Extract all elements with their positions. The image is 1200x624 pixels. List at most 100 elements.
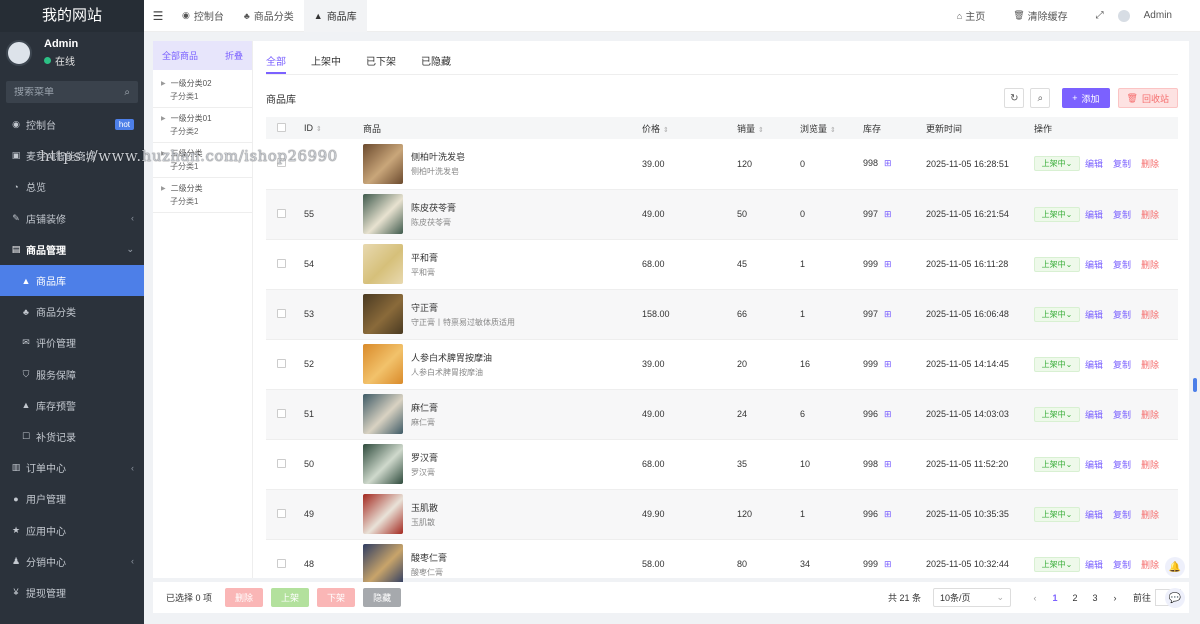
copy-button[interactable]: 复制 <box>1113 508 1131 521</box>
category-child-label[interactable]: 子分类1 <box>161 90 252 104</box>
sidebar-item-4[interactable]: ▤ 商品管理 ⌄ <box>0 234 144 265</box>
product-image[interactable] <box>363 194 403 234</box>
status-tab-0[interactable]: 全部 <box>266 41 286 74</box>
edit-button[interactable]: 编辑 <box>1085 208 1103 221</box>
sidebar-item-7[interactable]: ✉ 评价管理 <box>0 327 144 358</box>
delete-button[interactable]: 删除 <box>1141 208 1159 221</box>
category-child-label[interactable]: 子分类1 <box>161 160 252 174</box>
page-number[interactable]: 1 <box>1045 593 1065 603</box>
copy-button[interactable]: 复制 <box>1113 157 1131 170</box>
status-select[interactable]: 上架中 ⌄ <box>1034 356 1080 372</box>
scrollbar-thumb[interactable] <box>1193 378 1197 392</box>
recycle-bin-button[interactable]: 🗑 回收站 <box>1117 88 1178 108</box>
row-checkbox[interactable] <box>277 458 286 468</box>
search-icon[interactable]: ⌕ <box>1030 88 1051 108</box>
page-number[interactable]: 3 <box>1085 593 1105 603</box>
product-image[interactable] <box>363 444 403 484</box>
sort-icon[interactable]: ⇕ <box>830 127 836 134</box>
fullscreen-icon[interactable]: ⤢ <box>1096 10 1104 21</box>
bell-icon[interactable]: 🔔 <box>1165 557 1185 577</box>
stock-edit-icon[interactable]: ⊞ <box>884 409 892 419</box>
stock-edit-icon[interactable]: ⊞ <box>884 359 892 369</box>
row-checkbox[interactable] <box>277 408 286 418</box>
col-sales[interactable]: 销量 <box>737 124 755 134</box>
row-checkbox[interactable] <box>277 258 286 268</box>
row-checkbox[interactable] <box>277 508 286 518</box>
row-checkbox[interactable] <box>277 558 286 568</box>
fold-toggle[interactable]: 折叠 <box>225 49 243 62</box>
triangle-right-icon[interactable]: ▶ <box>161 150 166 157</box>
edit-button[interactable]: 编辑 <box>1085 308 1103 321</box>
copy-button[interactable]: 复制 <box>1113 258 1131 271</box>
triangle-right-icon[interactable]: ▶ <box>161 80 166 87</box>
edit-button[interactable]: 编辑 <box>1085 157 1103 170</box>
delete-button[interactable]: 删除 <box>1141 508 1159 521</box>
status-select[interactable]: 上架中 ⌄ <box>1034 156 1080 172</box>
prev-page-icon[interactable]: ‹ <box>1025 593 1045 603</box>
sidebar-item-12[interactable]: ● 用户管理 <box>0 483 144 514</box>
copy-button[interactable]: 复制 <box>1113 358 1131 371</box>
row-checkbox[interactable] <box>277 208 286 218</box>
sidebar-item-3[interactable]: ✎ 店铺装修 ‹ <box>0 203 144 234</box>
status-tab-1[interactable]: 上架中 <box>311 41 341 74</box>
batch-hide-button[interactable]: 隐藏 <box>363 588 402 607</box>
triangle-right-icon[interactable]: ▶ <box>161 115 166 122</box>
copy-button[interactable]: 复制 <box>1113 458 1131 471</box>
status-select[interactable]: 上架中 ⌄ <box>1034 506 1080 522</box>
edit-button[interactable]: 编辑 <box>1085 358 1103 371</box>
sidebar-item-8[interactable]: ⛉ 服务保障 <box>0 359 144 390</box>
sidebar-item-13[interactable]: ★ 应用中心 <box>0 514 144 545</box>
sidebar-item-15[interactable]: ¥ 提现管理 <box>0 577 144 608</box>
product-image[interactable] <box>363 494 403 534</box>
status-select[interactable]: 上架中 ⌄ <box>1034 306 1080 322</box>
stock-edit-icon[interactable]: ⊞ <box>884 459 892 469</box>
sidebar-item-0[interactable]: ◉ 控制台 hot <box>0 109 144 140</box>
sidebar-item-11[interactable]: ▥ 订单中心 ‹ <box>0 452 144 483</box>
status-select[interactable]: 上架中 ⌄ <box>1034 206 1080 222</box>
delete-button[interactable]: 删除 <box>1141 157 1159 170</box>
sidebar-item-6[interactable]: ♣ 商品分类 <box>0 296 144 327</box>
status-tab-3[interactable]: 已隐藏 <box>421 41 451 74</box>
delete-button[interactable]: 删除 <box>1141 558 1159 571</box>
sidebar-item-14[interactable]: ♟ 分销中心 ‹ <box>0 546 144 577</box>
batch-delete-button[interactable]: 删除 <box>225 588 264 607</box>
stock-edit-icon[interactable]: ⊞ <box>884 559 892 569</box>
col-id[interactable]: ID <box>304 123 313 133</box>
sort-icon[interactable]: ⇕ <box>663 127 669 134</box>
avatar[interactable] <box>6 40 32 66</box>
delete-button[interactable]: 删除 <box>1141 408 1159 421</box>
add-button[interactable]: + 添加 <box>1062 88 1110 108</box>
delete-button[interactable]: 删除 <box>1141 358 1159 371</box>
status-tab-2[interactable]: 已下架 <box>366 41 396 74</box>
sidebar-item-1[interactable]: ▣ 麦芽AI智能商城 <box>0 140 144 171</box>
chat-icon[interactable]: 💬 <box>1165 588 1185 608</box>
tab-1[interactable]: ♣ 商品分类 <box>234 0 304 32</box>
stock-edit-icon[interactable]: ⊞ <box>884 158 892 168</box>
edit-button[interactable]: 编辑 <box>1085 408 1103 421</box>
category-node[interactable]: ▶ 二级分类 子分类1 <box>153 178 252 213</box>
category-node[interactable]: ▶ 三级分类 子分类1 <box>153 143 252 178</box>
category-node[interactable]: ▶ 一级分类01 子分类2 <box>153 108 252 143</box>
sidebar-item-5[interactable]: ▲ 商品库 <box>0 264 144 297</box>
product-image[interactable] <box>363 143 403 184</box>
next-page-icon[interactable]: › <box>1105 593 1125 603</box>
row-checkbox[interactable] <box>277 158 286 168</box>
sidebar-item-9[interactable]: ▲ 库存预警 <box>0 390 144 421</box>
stock-edit-icon[interactable]: ⊞ <box>884 509 892 519</box>
edit-button[interactable]: 编辑 <box>1085 508 1103 521</box>
delete-button[interactable]: 删除 <box>1141 258 1159 271</box>
status-select[interactable]: 上架中 ⌄ <box>1034 256 1080 272</box>
category-child-label[interactable]: 子分类1 <box>161 195 252 209</box>
sidebar-item-2[interactable]: ◔ 总览 <box>0 171 144 202</box>
menu-search-input[interactable] <box>14 86 110 98</box>
stock-edit-icon[interactable]: ⊞ <box>884 209 892 219</box>
stock-edit-icon[interactable]: ⊞ <box>884 259 892 269</box>
stock-edit-icon[interactable]: ⊞ <box>884 309 892 319</box>
page-size-select[interactable]: 10条/页 ⌄ <box>932 588 1011 607</box>
sort-icon[interactable]: ⇕ <box>316 126 322 133</box>
select-all-checkbox[interactable] <box>277 122 286 132</box>
delete-button[interactable]: 删除 <box>1141 458 1159 471</box>
triangle-right-icon[interactable]: ▶ <box>161 185 166 192</box>
refresh-icon[interactable]: ↻ <box>1004 88 1025 108</box>
product-image[interactable] <box>363 544 403 584</box>
